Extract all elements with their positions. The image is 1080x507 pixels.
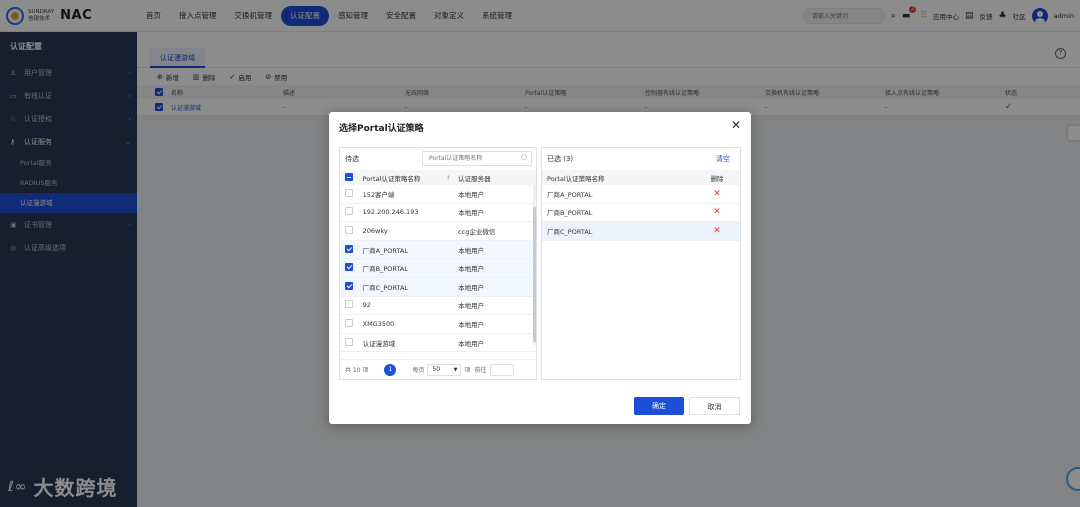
available-panel-header: 待选 ○ <box>340 148 536 170</box>
policy-search-input[interactable] <box>422 151 532 166</box>
per-page-label: 每页 <box>412 367 425 374</box>
list-item[interactable]: 厂商A_PORTAL 本地用户 <box>340 240 536 260</box>
selected-title: 已选 (3) <box>547 155 574 163</box>
row-checkbox[interactable] <box>345 337 353 346</box>
list-item[interactable]: 152客户端 本地用户 <box>340 185 536 204</box>
auth-server: 本地用户 <box>458 265 485 274</box>
policy-name: 192.200.246.193 <box>362 208 419 217</box>
per-page-unit: 项 <box>464 367 471 374</box>
available-panel: 待选 ○ Portal认证策略名称 ⇕ 认证服务器 152客户端本地用户192.… <box>339 147 537 380</box>
list-item[interactable]: XMG3500 本地用户 <box>340 315 536 334</box>
page-1-button[interactable]: 1 <box>384 363 397 376</box>
clear-button[interactable]: 清空 <box>716 154 730 164</box>
available-title: 待选 <box>345 155 359 163</box>
list-item[interactable]: 厂商C_PORTAL 本地用户 <box>340 277 536 297</box>
auth-server: 本地用户 <box>458 302 485 311</box>
selected-panel-header: 已选 (3) 清空 <box>542 148 740 170</box>
selected-item: 厂商C_PORTAL ✕ <box>542 222 740 241</box>
per-page-select[interactable]: 50 ▼ <box>427 363 462 376</box>
selected-item: 厂商A_PORTAL ✕ <box>542 185 740 204</box>
auth-server: 本地用户 <box>458 209 485 218</box>
policy-name: 206wky <box>362 226 388 235</box>
available-table-header: Portal认证策略名称 ⇕ 认证服务器 <box>340 170 536 185</box>
goto-label: 前往 <box>474 367 487 374</box>
selected-policy-name: 厂商C_PORTAL <box>547 227 593 236</box>
col-delete: 删除 <box>710 174 724 183</box>
selected-policy-name: 厂商B_PORTAL <box>547 209 593 218</box>
list-item[interactable]: 206wky ccg企业微信 <box>340 222 536 241</box>
selected-panel: 已选 (3) 清空 Portal认证策略名称 删除 厂商A_PORTAL ✕ 厂商B… <box>541 147 741 380</box>
available-list: 152客户端 本地用户 192.200.246.193 本地用户 206wky ccg企业… <box>340 185 536 353</box>
row-checkbox[interactable] <box>345 244 353 253</box>
per-page-value: 50 <box>432 365 441 373</box>
row-checkbox[interactable] <box>345 318 353 327</box>
auth-server: 本地用户 <box>458 283 485 292</box>
search-icon[interactable]: ○ <box>521 153 527 161</box>
select-portal-policy-dialog: 选择Portal认证策略 ✕ 待选 ○ Portal认证策略名称 ⇕ 认证服务器… <box>329 112 751 424</box>
delete-icon[interactable]: ✕ <box>697 207 737 217</box>
auth-server: 本地用户 <box>458 190 485 199</box>
selected-table-header: Portal认证策略名称 删除 <box>542 170 740 185</box>
dialog-title: 选择Portal认证策略 <box>339 124 424 134</box>
list-item[interactable]: 认证漫游域 本地用户 <box>340 334 536 353</box>
close-icon[interactable]: ✕ <box>731 118 741 132</box>
auth-server: 本地用户 <box>458 246 485 255</box>
row-checkbox[interactable] <box>345 188 353 197</box>
delete-icon[interactable]: ✕ <box>697 226 737 236</box>
list-item[interactable]: 厂商B_PORTAL 本地用户 <box>340 259 536 278</box>
policy-name: XMG3500 <box>362 319 395 328</box>
select-all-checkbox[interactable] <box>345 172 353 181</box>
row-checkbox[interactable] <box>345 263 353 272</box>
row-checkbox[interactable] <box>345 225 353 234</box>
list-item[interactable]: 192.200.246.193 本地用户 <box>340 204 536 223</box>
selected-list: 厂商A_PORTAL ✕ 厂商B_PORTAL ✕ 厂商C_PORTAL ✕ <box>542 185 740 241</box>
col-auth-server: 认证服务器 <box>458 174 491 183</box>
policy-name: 92 <box>362 301 371 310</box>
policy-name: 厂商C_PORTAL <box>362 283 409 292</box>
sort-icon[interactable]: ⇕ <box>446 175 458 181</box>
col-policy-name: Portal认证策略名称 <box>547 174 605 183</box>
col-policy-name: Portal认证策略名称 <box>362 174 421 183</box>
chevron-down-icon: ▼ <box>453 366 458 373</box>
scrollbar[interactable] <box>533 185 536 345</box>
delete-icon[interactable]: ✕ <box>697 189 737 199</box>
confirm-button[interactable]: 确定 <box>634 397 684 415</box>
list-item[interactable]: 92 本地用户 <box>340 297 536 316</box>
selected-item: 厂商B_PORTAL ✕ <box>542 204 740 223</box>
cancel-button[interactable]: 取消 <box>689 397 740 415</box>
selected-policy-name: 厂商A_PORTAL <box>547 190 593 199</box>
auth-server: ccg企业微信 <box>458 227 496 236</box>
row-checkbox[interactable] <box>345 207 353 216</box>
row-checkbox[interactable] <box>345 281 353 290</box>
total-count: 共 10 项 <box>345 367 369 374</box>
policy-name: 厂商B_PORTAL <box>362 265 408 274</box>
row-checkbox[interactable] <box>345 300 353 309</box>
auth-server: 本地用户 <box>458 320 485 329</box>
policy-name: 152客户端 <box>362 190 395 199</box>
pagination: 共 10 项 1 每页 50 ▼ 项 前往 <box>340 359 536 379</box>
auth-server: 本地用户 <box>458 339 485 348</box>
policy-name: 厂商A_PORTAL <box>362 246 408 255</box>
policy-name: 认证漫游域 <box>362 339 396 348</box>
goto-page-input[interactable] <box>489 363 514 376</box>
scrollbar-thumb[interactable] <box>533 207 536 342</box>
